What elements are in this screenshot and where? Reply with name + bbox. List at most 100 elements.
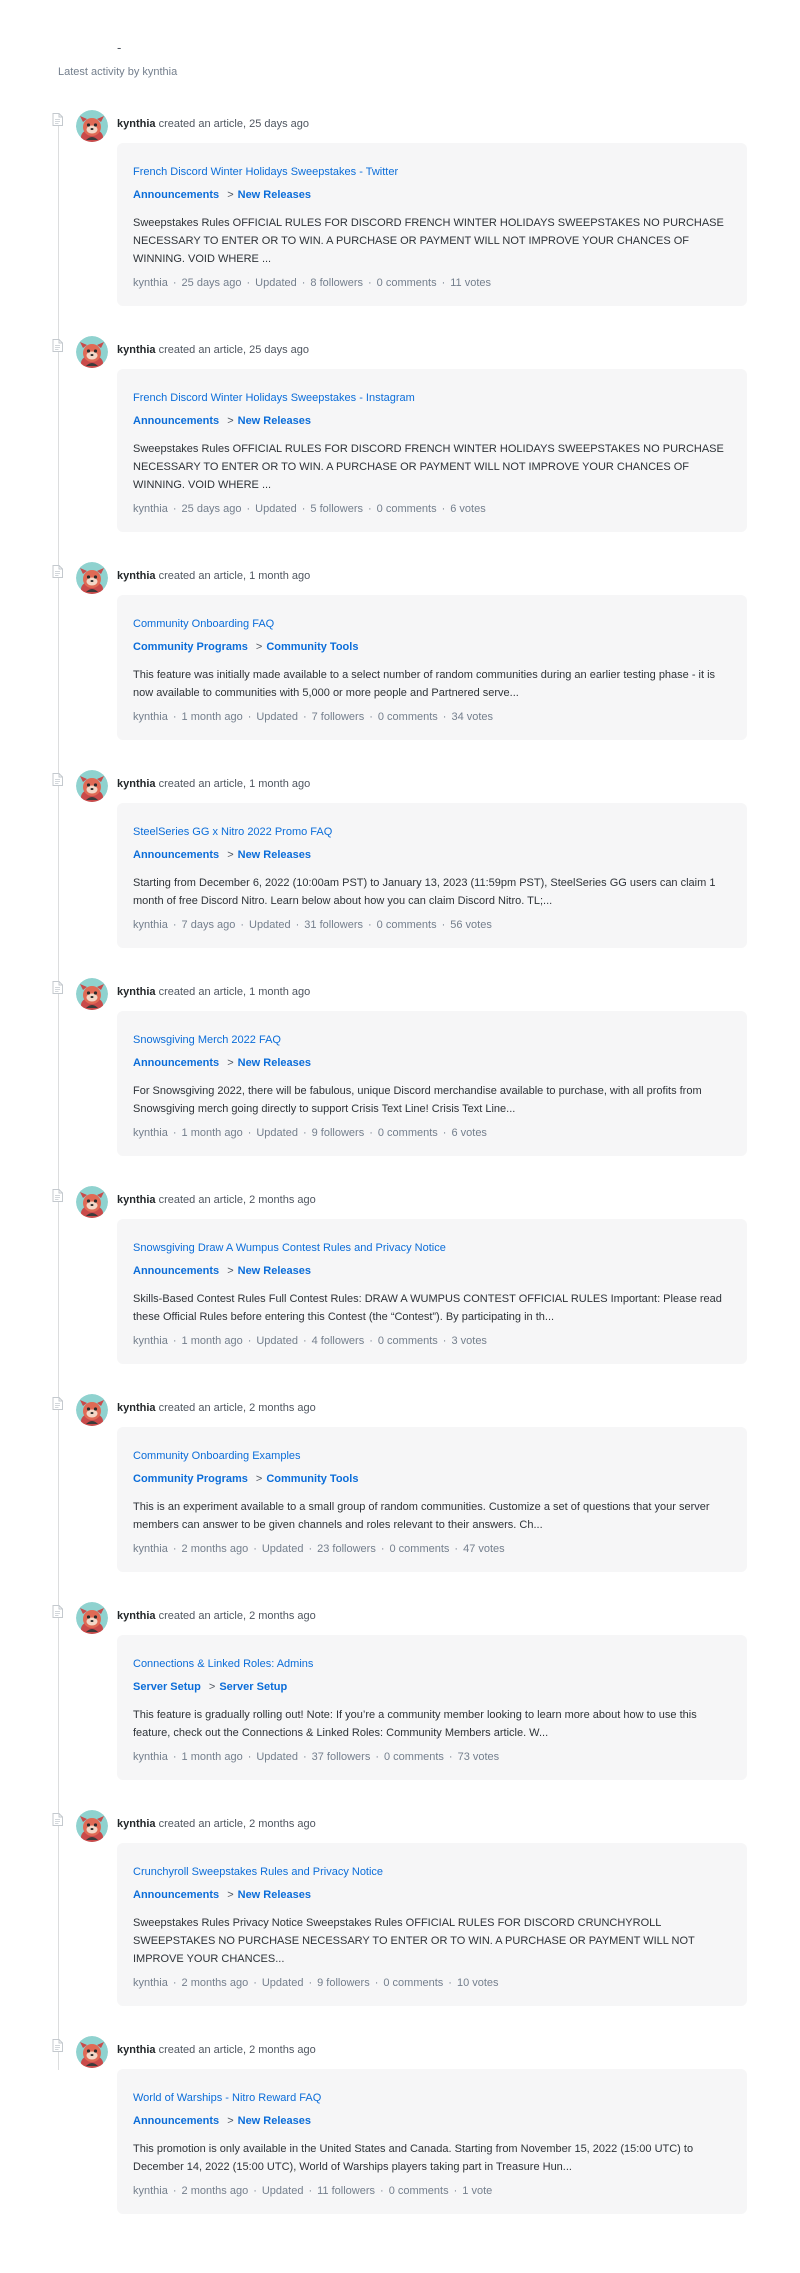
breadcrumb-section-link[interactable]: Server Setup xyxy=(133,1681,201,1693)
avatar[interactable] xyxy=(76,770,108,802)
article-title-link[interactable]: Community Onboarding FAQ xyxy=(133,617,731,631)
breadcrumb: Announcements > New Releases xyxy=(133,2114,731,2128)
article-title-link[interactable]: Snowsgiving Draw A Wumpus Contest Rules … xyxy=(133,1241,731,1255)
meta-separator: · xyxy=(172,1127,177,1139)
avatar[interactable] xyxy=(76,1602,108,1634)
meta-age: 1 month ago xyxy=(181,1335,243,1347)
breadcrumb-category-link[interactable]: New Releases xyxy=(238,1057,311,1069)
latest-activity-heading: Latest activity by kynthia xyxy=(58,66,178,78)
meta-age: 2 months ago xyxy=(181,1977,249,1989)
breadcrumb-section-link[interactable]: Announcements xyxy=(133,189,219,201)
author-name[interactable]: kynthia xyxy=(117,1818,156,1830)
breadcrumb-section-link[interactable]: Announcements xyxy=(133,415,219,427)
author-name[interactable]: kynthia xyxy=(117,344,156,356)
article-title-link[interactable]: Snowsgiving Merch 2022 FAQ xyxy=(133,1033,731,1047)
breadcrumb-category-link[interactable]: New Releases xyxy=(238,415,311,427)
breadcrumb: Announcements > New Releases xyxy=(133,188,731,202)
meta-separator: · xyxy=(246,503,251,515)
author-name[interactable]: kynthia xyxy=(117,118,156,130)
breadcrumb-section-link[interactable]: Announcements xyxy=(133,1057,219,1069)
article-excerpt: This feature was initially made availabl… xyxy=(133,669,716,699)
breadcrumb-separator: > xyxy=(255,1473,263,1485)
breadcrumb-section-link[interactable]: Announcements xyxy=(133,849,219,861)
article-title-link[interactable]: SteelSeries GG x Nitro 2022 Promo FAQ xyxy=(133,825,731,839)
breadcrumb: Announcements > New Releases xyxy=(133,1888,731,1902)
meta-votes: 10 votes xyxy=(456,1977,499,1989)
breadcrumb: Announcements > New Releases xyxy=(133,1264,731,1278)
breadcrumb-separator: > xyxy=(227,2115,234,2127)
breadcrumb-category-link[interactable]: New Releases xyxy=(238,189,311,201)
meta-separator: · xyxy=(308,1543,313,1555)
breadcrumb-section-link[interactable]: Announcements xyxy=(133,1889,219,1901)
author-name[interactable]: kynthia xyxy=(117,570,156,582)
meta-comments: 0 comments xyxy=(383,1977,444,1989)
meta-followers: 9 followers xyxy=(311,1127,365,1139)
document-icon xyxy=(52,1605,63,1618)
breadcrumb: Announcements > New Releases xyxy=(133,1056,731,1070)
breadcrumb-category-link[interactable]: Server Setup xyxy=(219,1681,287,1693)
article-title-link[interactable]: Connections & Linked Roles: Admins xyxy=(133,1657,731,1671)
author-name[interactable]: kynthia xyxy=(117,1402,156,1414)
breadcrumb-category-link[interactable]: Community Tools xyxy=(266,1473,358,1485)
breadcrumb-section-link[interactable]: Community Programs xyxy=(133,1473,248,1485)
article-title-link[interactable]: Crunchyroll Sweepstakes Rules and Privac… xyxy=(133,1865,731,1879)
author-name[interactable]: kynthia xyxy=(117,1194,156,1206)
document-icon xyxy=(52,1189,63,1202)
breadcrumb-category-link[interactable]: New Releases xyxy=(238,2115,311,2127)
breadcrumb-category-link[interactable]: New Releases xyxy=(238,849,311,861)
meta-author: kynthia xyxy=(133,1977,168,1989)
meta-separator: · xyxy=(295,919,300,931)
avatar[interactable] xyxy=(76,110,108,142)
article-title-link[interactable]: French Discord Winter Holidays Sweepstak… xyxy=(133,391,731,405)
breadcrumb-category-link[interactable]: New Releases xyxy=(238,1265,311,1277)
meta-author: kynthia xyxy=(133,1751,168,1763)
meta-separator: · xyxy=(172,2185,177,2197)
activity-action: created an article, 1 month ago xyxy=(158,570,311,582)
meta-votes: 73 votes xyxy=(457,1751,500,1763)
meta-separator: · xyxy=(172,1977,177,1989)
activity-summary: kynthia created an article, 25 days ago xyxy=(117,118,309,130)
author-name[interactable]: kynthia xyxy=(117,778,156,790)
document-icon xyxy=(52,113,63,126)
article-excerpt: Sweepstakes Rules OFFICIAL RULES FOR DIS… xyxy=(133,217,724,265)
activity-action: created an article, 2 months ago xyxy=(158,1610,316,1622)
article-title-link[interactable]: Community Onboarding Examples xyxy=(133,1449,731,1463)
article-meta: kynthia · 2 months ago · Updated · 9 followers… xyxy=(133,1977,731,1989)
meta-votes: 47 votes xyxy=(463,1543,505,1555)
avatar[interactable] xyxy=(76,1810,108,1842)
breadcrumb-section-link[interactable]: Announcements xyxy=(133,1265,219,1277)
breadcrumb-separator: > xyxy=(227,415,234,427)
author-name[interactable]: kynthia xyxy=(117,986,156,998)
breadcrumb-category-link[interactable]: Community Tools xyxy=(266,641,358,653)
article-excerpt: This is an experiment available to a sma… xyxy=(133,1501,710,1531)
article-title-link[interactable]: World of Warships - Nitro Reward FAQ xyxy=(133,2091,731,2105)
avatar[interactable] xyxy=(76,978,108,1010)
avatar[interactable] xyxy=(76,2036,108,2068)
avatar[interactable] xyxy=(76,1186,108,1218)
author-name[interactable]: kynthia xyxy=(117,1610,156,1622)
breadcrumb: Server Setup > Server Setup xyxy=(133,1680,731,1694)
author-name[interactable]: kynthia xyxy=(117,2044,156,2056)
meta-separator: · xyxy=(367,503,372,515)
breadcrumb-section-link[interactable]: Announcements xyxy=(133,2115,219,2127)
article-title-link[interactable]: French Discord Winter Holidays Sweepstak… xyxy=(133,165,731,179)
avatar[interactable] xyxy=(76,1394,108,1426)
meta-separator: · xyxy=(302,1127,307,1139)
meta-separator: · xyxy=(453,2185,458,2197)
meta-separator: · xyxy=(302,1335,307,1347)
activity-summary: kynthia created an article, 25 days ago xyxy=(117,344,309,356)
article-excerpt: Starting from December 6, 2022 (10:00am … xyxy=(133,877,716,907)
activity-summary: kynthia created an article, 2 months ago xyxy=(117,1818,316,1830)
avatar[interactable] xyxy=(76,562,108,594)
breadcrumb-section-link[interactable]: Community Programs xyxy=(133,641,248,653)
meta-separator: · xyxy=(247,711,252,723)
meta-comments: 0 comments xyxy=(377,1127,438,1139)
meta-separator: · xyxy=(172,711,177,723)
avatar[interactable] xyxy=(76,336,108,368)
meta-age: 1 month ago xyxy=(181,1127,243,1139)
meta-separator: · xyxy=(442,1127,447,1139)
meta-separator: · xyxy=(253,1977,257,1989)
breadcrumb-category-link[interactable]: New Releases xyxy=(238,1889,311,1901)
meta-comments: 0 comments xyxy=(376,277,437,289)
meta-separator: · xyxy=(441,503,446,515)
